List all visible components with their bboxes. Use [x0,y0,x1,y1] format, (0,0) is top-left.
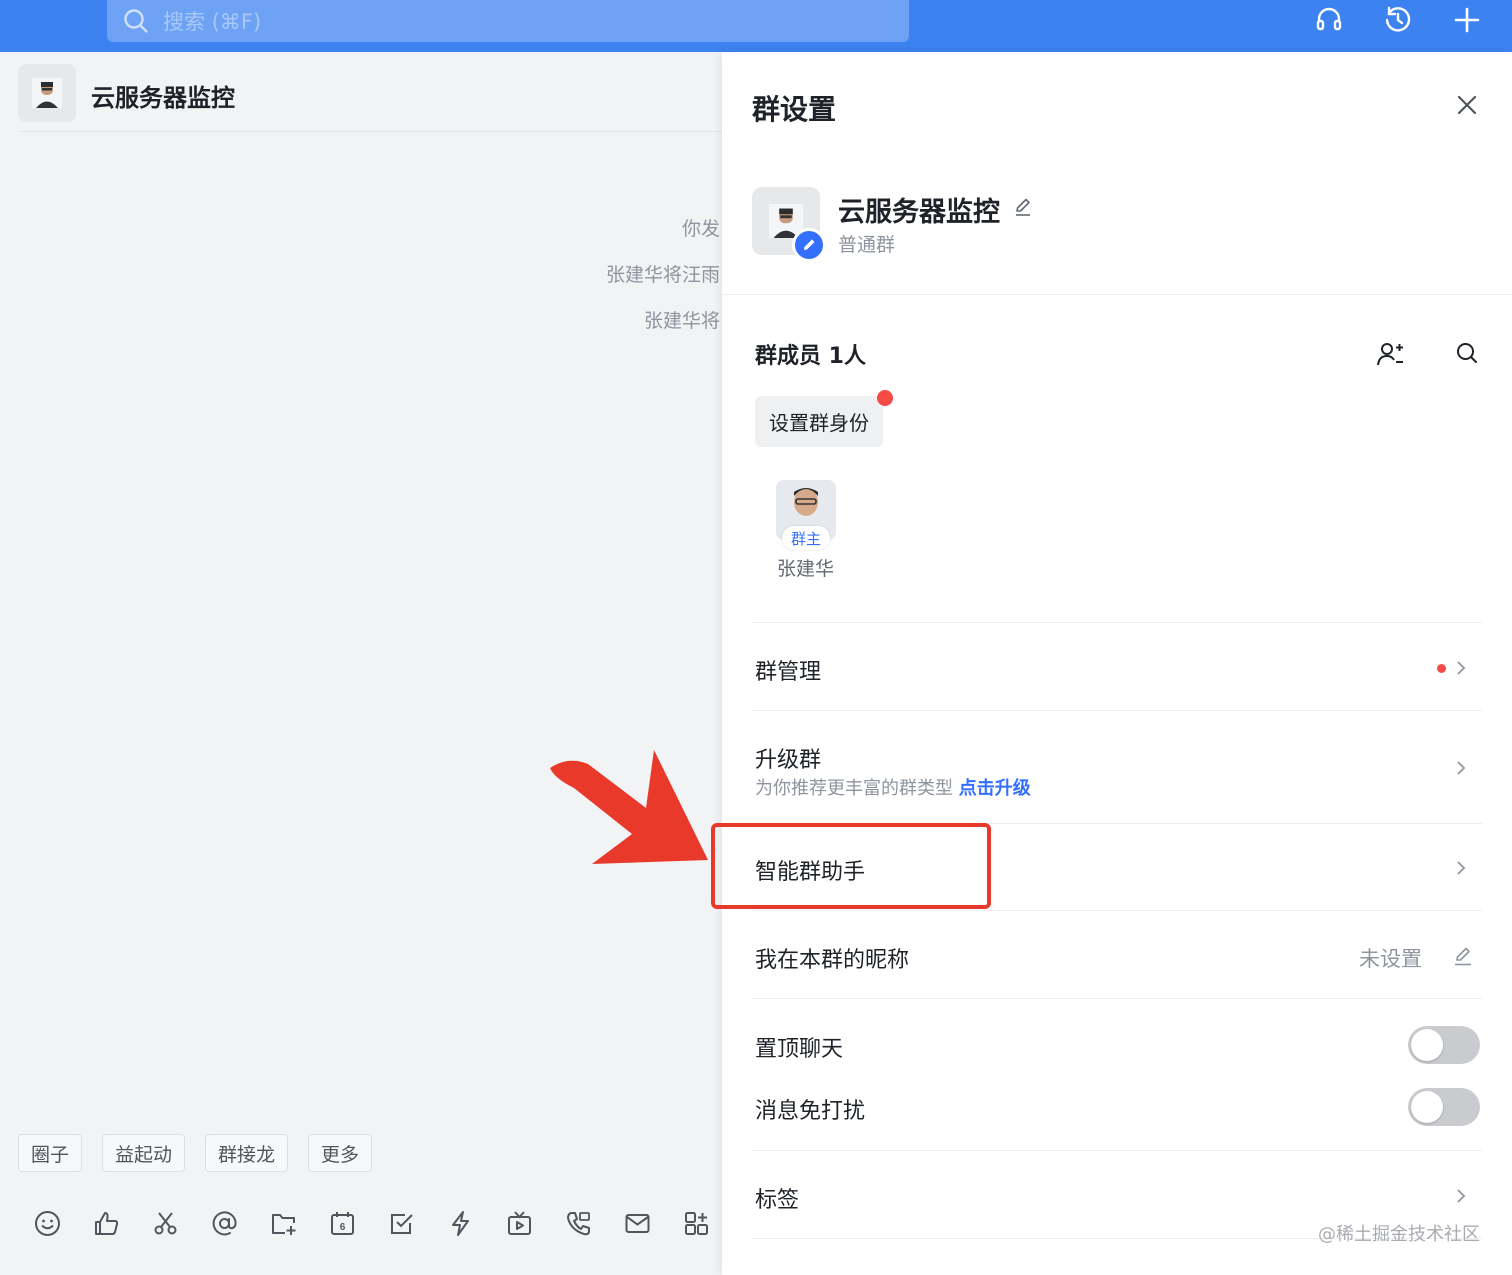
tag-circle[interactable]: 圈子 [18,1134,83,1172]
add-member-icon[interactable] [1376,340,1404,368]
avatar-edit-button[interactable] [792,228,826,262]
at-icon[interactable] [211,1210,238,1237]
emoji-icon[interactable] [34,1210,61,1237]
chat-avatar[interactable] [18,64,76,122]
mute-toggle[interactable] [1408,1088,1480,1126]
chat-title: 云服务器监控 [91,84,235,112]
nickname-value: 未设置 [1359,947,1422,971]
headset-icon[interactable] [1313,4,1345,36]
chat-area: 云服务器监控 你发 张建华将汪雨 张建华将 圈子 益起动 群接龙 更多 6 [0,52,722,1275]
system-message: 张建华将汪雨 [605,264,720,286]
edit-name-icon[interactable] [1012,196,1034,218]
panel-title: 群设置 [752,93,837,126]
group-name: 云服务器监控 [838,197,1000,228]
calendar-day: 6 [340,1222,346,1233]
row-label: 我在本群的昵称 [755,948,910,973]
chat-header: 云服务器监控 [18,64,722,132]
chevron-right-icon [1457,661,1466,675]
owner-badge: 群主 [782,526,830,550]
pin-chat-label: 置顶聊天 [755,1037,844,1062]
group-settings-panel: 群设置 云服务器监控 普通群 群成员 1人 设置群身份 群主 张建华 群管理 升… [722,52,1512,1275]
search-placeholder: 搜索 (⌘F) [163,10,262,34]
watermark: @稀土掘金技术社区 [1318,1224,1480,1245]
tag-yiqidong[interactable]: 益起动 [102,1134,186,1172]
chevron-right-icon [1457,761,1466,775]
notification-dot [877,390,893,406]
upgrade-description: 为你推荐更丰富的群类型 [755,778,953,799]
top-bar: 搜索 (⌘F) [0,0,1512,52]
red-arrow-annotation [550,750,708,864]
row-subtitle: 为你推荐更丰富的群类型 点击升级 [755,774,1031,800]
upgrade-link[interactable]: 点击升级 [959,778,1031,799]
mail-icon[interactable] [624,1210,651,1237]
scissors-icon[interactable] [152,1210,179,1237]
tag-group-chain[interactable]: 群接龙 [205,1134,289,1172]
member-name: 张建华 [777,558,835,580]
pencil-icon [804,239,815,250]
chevron-right-icon [1457,1189,1466,1203]
upgrade-group-row[interactable]: 升级群 为你推荐更丰富的群类型 点击升级 [752,710,1482,823]
tag-more[interactable]: 更多 [308,1134,373,1172]
group-type: 普通群 [838,234,896,256]
divider [722,294,1512,295]
toggles-section: 置顶聊天 消息免打扰 [752,998,1482,1150]
members-title: 群成员 1人 [755,344,866,369]
row-label: 升级群 [755,748,822,773]
set-identity-button[interactable]: 设置群身份 [755,396,883,447]
history-icon[interactable] [1382,4,1414,36]
checkbox-icon[interactable] [388,1210,415,1237]
plus-icon[interactable] [1451,4,1483,36]
system-message: 张建华将 [643,310,720,332]
input-toolbar: 6 [34,1210,710,1237]
quick-tags: 圈子 益起动 群接龙 更多 [18,1134,373,1172]
group-management-row[interactable]: 群管理 [752,622,1482,710]
mute-label: 消息免打扰 [755,1099,866,1124]
phone-icon[interactable] [565,1210,592,1237]
row-label: 群管理 [755,660,822,685]
lightning-icon[interactable] [447,1210,474,1237]
edit-icon[interactable] [1452,945,1474,967]
search-bar[interactable]: 搜索 (⌘F) [107,0,909,42]
member-search-icon[interactable] [1454,340,1480,366]
search-icon [124,9,148,33]
pin-chat-toggle[interactable] [1408,1026,1480,1064]
close-icon[interactable] [1454,92,1480,118]
nickname-row[interactable]: 我在本群的昵称 未设置 [752,910,1482,998]
notification-dot [1437,664,1446,673]
system-message: 你发 [681,218,720,240]
thumbs-up-icon[interactable] [93,1210,120,1237]
chevron-right-icon [1457,861,1466,875]
calendar-icon[interactable]: 6 [329,1210,356,1237]
folder-plus-icon[interactable] [270,1210,297,1237]
video-icon[interactable] [506,1210,533,1237]
layout-icon[interactable] [683,1210,710,1237]
highlight-box [711,823,991,909]
row-label: 标签 [755,1188,800,1213]
